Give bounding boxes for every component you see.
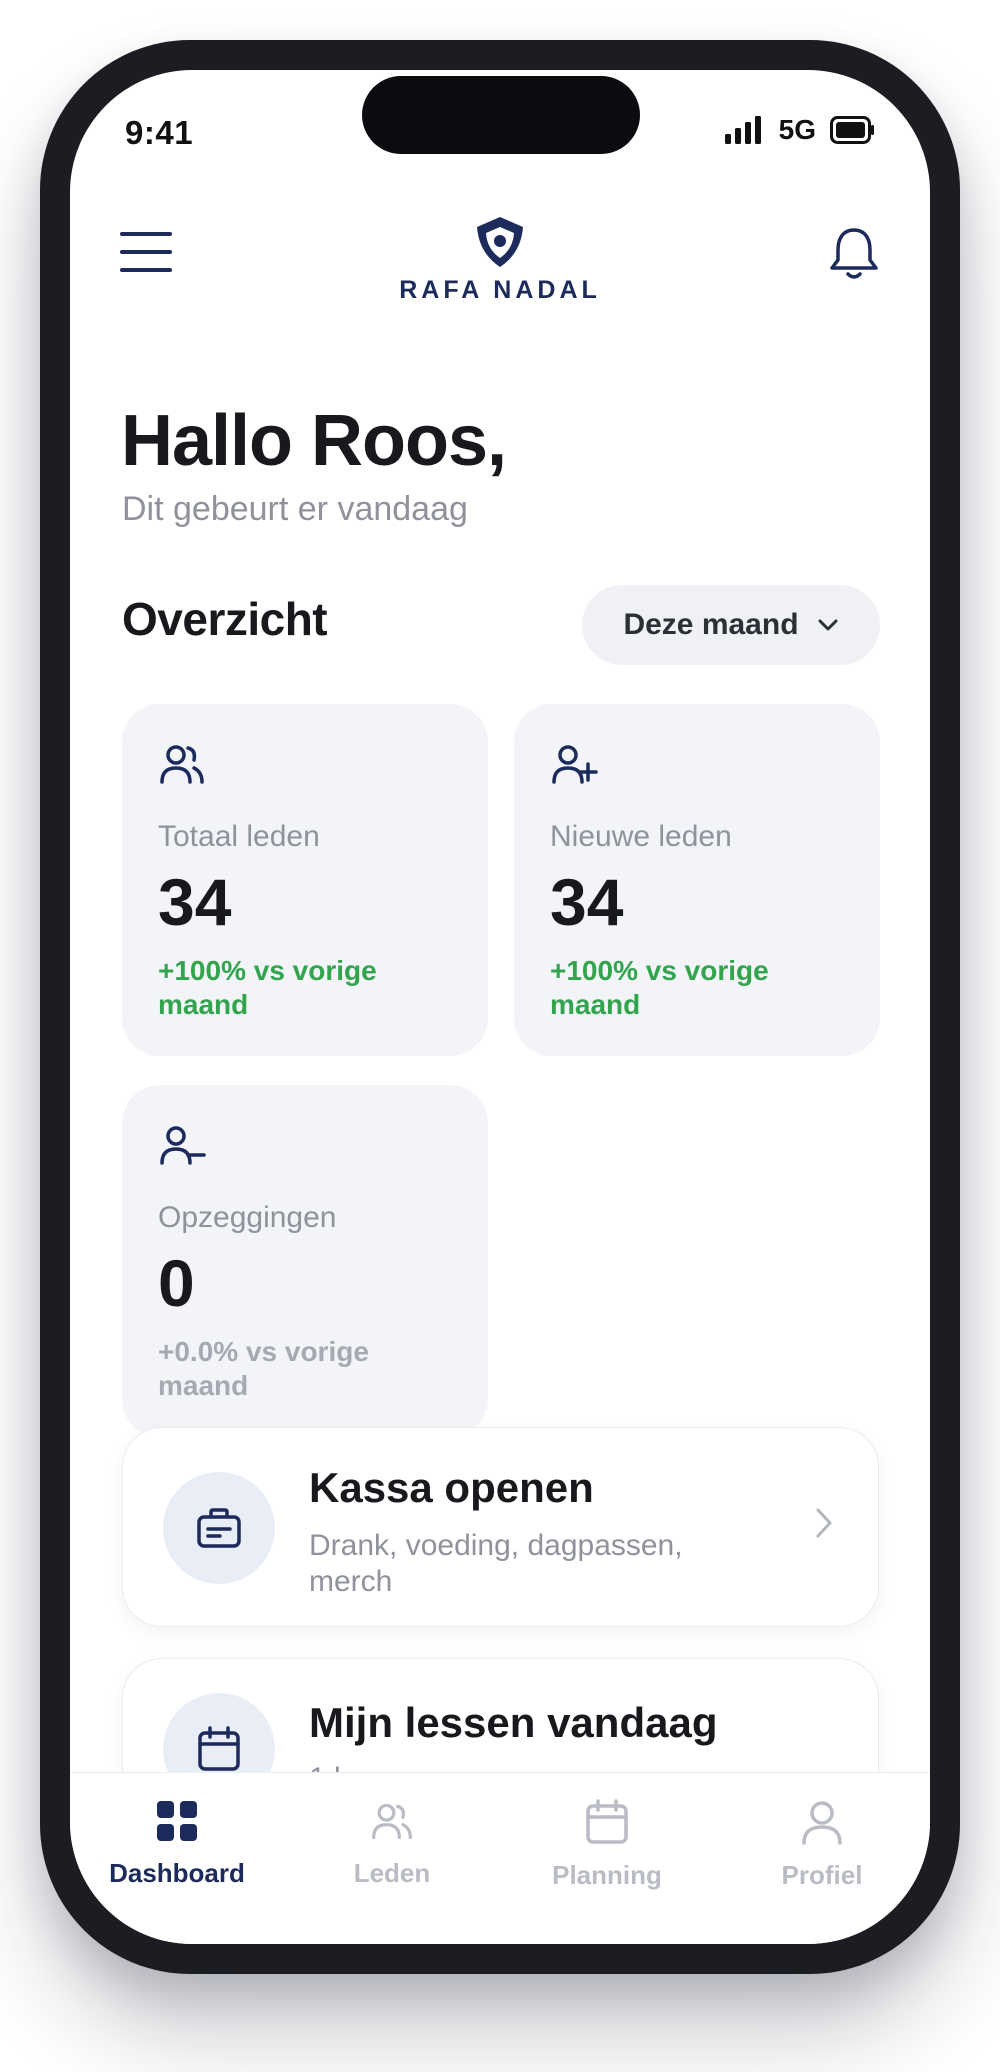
bottom-tab-bar: Dashboard Leden Planning Profiel [70, 1772, 930, 1944]
tab-label: Leden [353, 1858, 431, 1888]
dynamic-island [362, 76, 640, 154]
battery-icon [830, 116, 874, 144]
greeting-title: Hallo Roos, [121, 401, 507, 481]
greeting-subtitle: Dit gebeurt er vandaag [122, 490, 468, 528]
signal-icon [724, 116, 761, 144]
shield-logo-icon [477, 217, 523, 267]
tab-label: Planning [552, 1860, 662, 1890]
tab-leden[interactable]: Leden [292, 1799, 492, 1889]
action-subtitle: Drank, voeding, dagpassen, merch [309, 1529, 683, 1598]
stat-card-cancellations[interactable]: Opzeggingen 0 +0.0% vs vorige maand [122, 1085, 488, 1437]
action-title: Kassa openen [309, 1464, 594, 1511]
status-time: 9:41 [125, 114, 194, 151]
tab-profiel[interactable]: Profiel [722, 1799, 922, 1891]
chevron-down-icon [818, 619, 838, 631]
stat-delta: +100% vs vorige maand [158, 955, 377, 1020]
users-icon [160, 745, 204, 784]
stat-value: 0 [158, 1246, 195, 1320]
tab-label: Profiel [781, 1860, 863, 1890]
hamburger-icon [120, 232, 172, 272]
calendar-icon [198, 1726, 240, 1771]
open-register-card[interactable]: Kassa openen Drank, voeding, dagpassen, … [122, 1427, 879, 1627]
chevron-right-icon [816, 1508, 832, 1538]
stat-label: Nieuwe leden [550, 820, 732, 853]
briefcase-icon [197, 1508, 241, 1548]
brand-logo: RAFA NADAL [370, 215, 630, 305]
stat-value: 34 [550, 865, 624, 939]
grid-icon [157, 1801, 197, 1841]
stat-delta: +0.0% vs vorige maand [158, 1336, 369, 1401]
status-indicators: 5G [724, 114, 874, 146]
stat-card-total-members[interactable]: Totaal leden 34 +100% vs vorige maand [122, 704, 488, 1056]
phone-frame: 9:41 5G RAFA NADAL Hallo Roos, Dit gebeu… [40, 40, 960, 1974]
action-icon-circle [163, 1472, 275, 1584]
tab-planning[interactable]: Planning [507, 1799, 707, 1891]
stat-label: Opzeggingen [158, 1201, 337, 1234]
period-label: Deze maand [623, 608, 799, 641]
stat-card-new-members[interactable]: Nieuwe leden 34 +100% vs vorige maand [514, 704, 880, 1056]
user-icon [802, 1801, 842, 1845]
tab-dashboard[interactable]: Dashboard [77, 1799, 277, 1889]
tab-label: Dashboard [109, 1858, 245, 1888]
notifications-button[interactable] [828, 226, 880, 282]
stat-value: 34 [158, 865, 232, 939]
network-label: 5G [778, 114, 816, 145]
calendar-icon [586, 1799, 628, 1844]
users-icon [372, 1803, 412, 1840]
overview-title: Overzicht [122, 593, 328, 645]
stat-label: Totaal leden [158, 820, 320, 853]
user-minus-icon [160, 1126, 206, 1165]
user-plus-icon [552, 745, 598, 784]
action-title: Mijn lessen vandaag [309, 1699, 718, 1746]
bell-icon [830, 228, 878, 279]
brand-name: RAFA NADAL [399, 276, 601, 304]
app-screen: 9:41 5G RAFA NADAL Hallo Roos, Dit gebeu… [70, 70, 930, 1944]
stat-delta: +100% vs vorige maand [550, 955, 769, 1020]
period-dropdown[interactable]: Deze maand [582, 585, 880, 665]
menu-button[interactable] [120, 232, 172, 272]
